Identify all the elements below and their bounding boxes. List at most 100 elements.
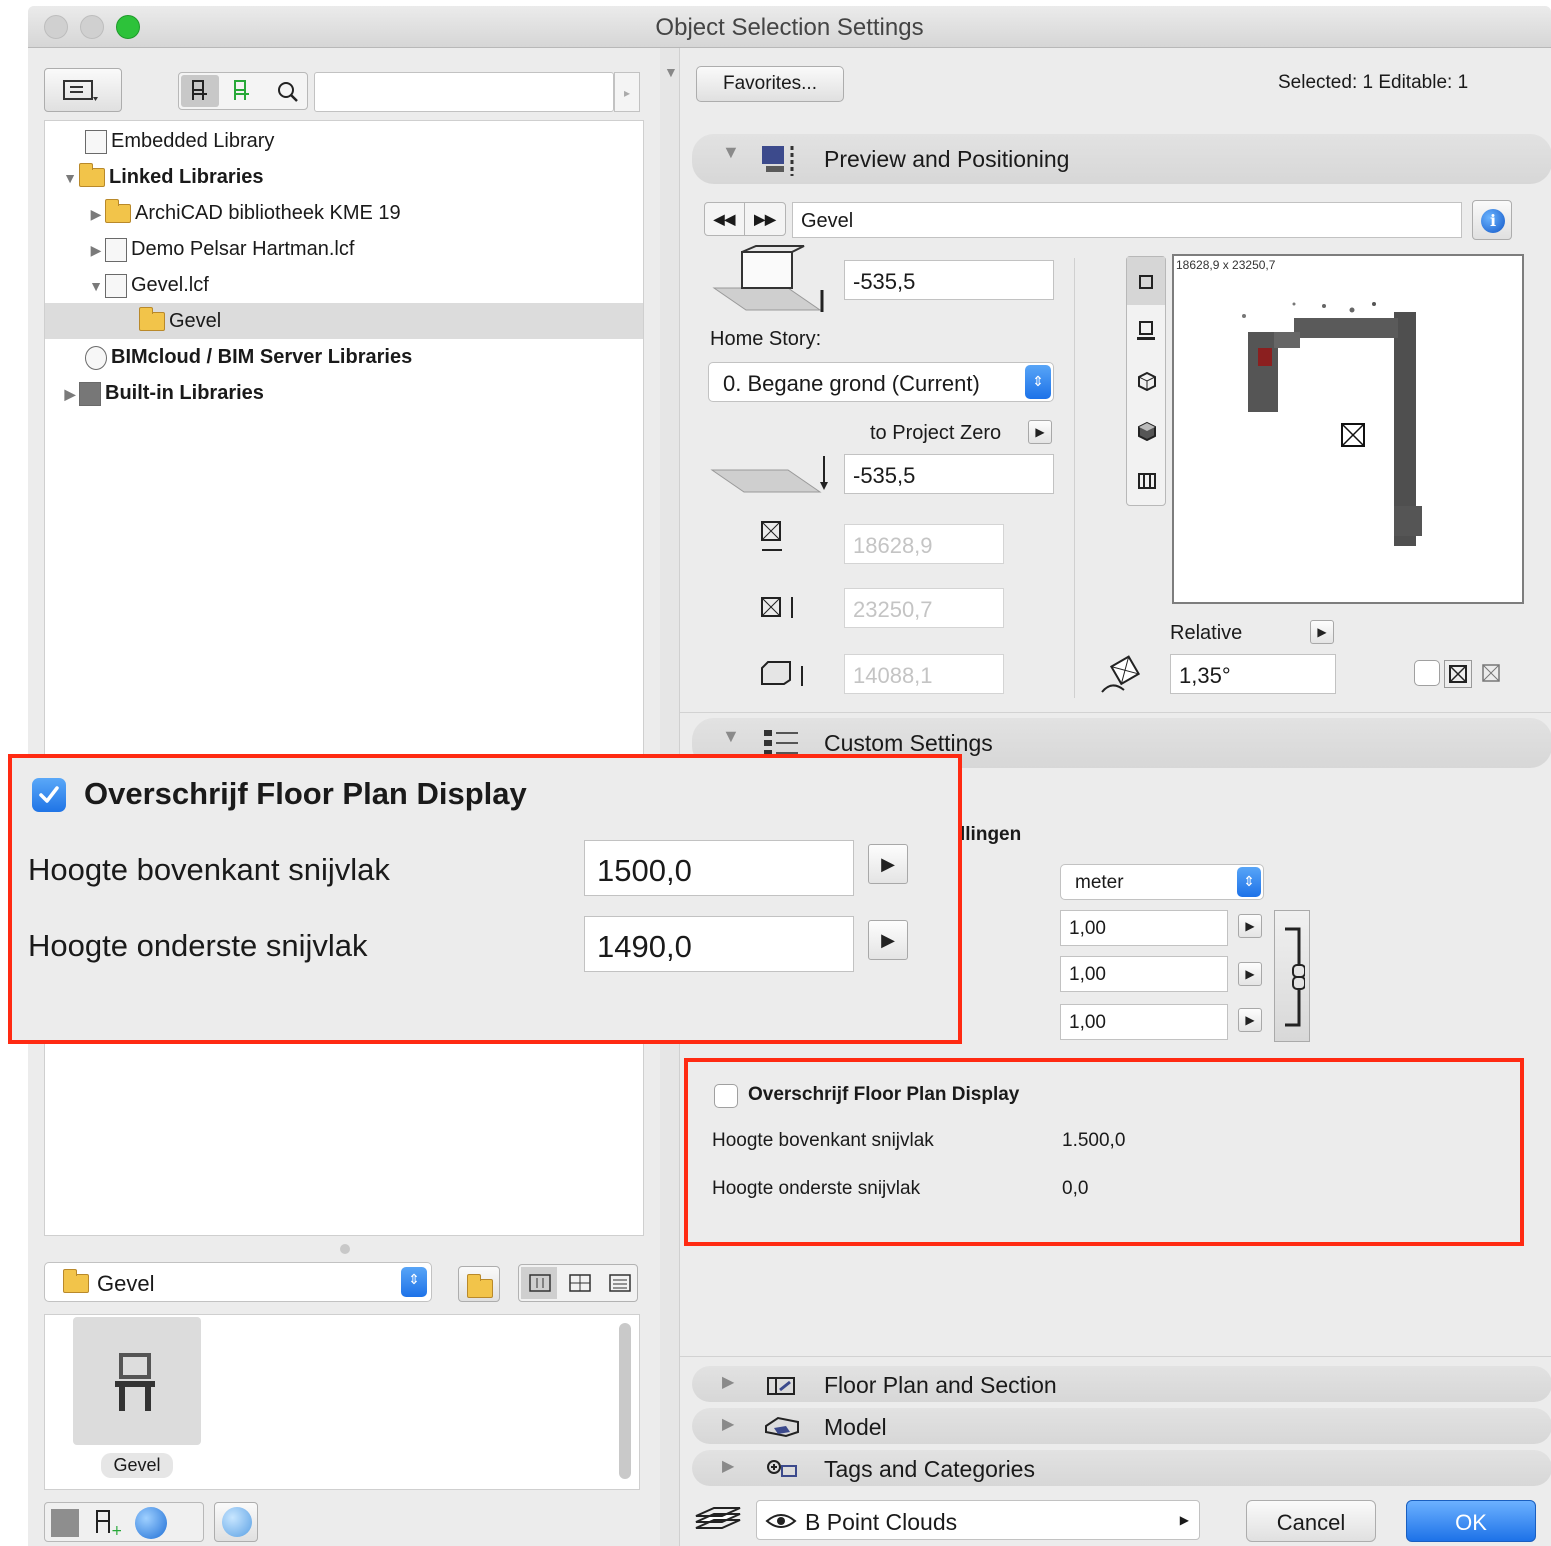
floor-plan-section-header[interactable]: ▶ Floor Plan and Section <box>692 1366 1551 1402</box>
scale-x-menu-button[interactable]: ▶ <box>1238 914 1262 938</box>
tree-item-gevel-lcf[interactable]: ▼ Gevel.lcf <box>87 267 209 303</box>
preview-section-header[interactable]: ▼ Preview and Positioning <box>692 134 1551 184</box>
library-filter-buttons <box>178 72 308 110</box>
disclosure-closed-icon[interactable]: ▶ <box>87 196 105 232</box>
column-divider <box>1074 258 1075 698</box>
eye-icon <box>765 1514 797 1528</box>
tree-item-embedded-library[interactable]: Embedded Library <box>85 123 274 159</box>
disclosure-open-icon[interactable]: ▼ <box>87 268 105 304</box>
elevation-to-story-icon <box>712 245 824 312</box>
section-preview-icon[interactable] <box>1127 307 1165 355</box>
axonometric-preview-icon[interactable] <box>1127 357 1165 405</box>
object-name-field[interactable]: Gevel <box>792 202 1462 238</box>
thumbnail-scrollbar[interactable] <box>619 1323 631 1479</box>
layer-select[interactable]: B Point Clouds ▶ <box>756 1500 1200 1540</box>
project-zero-elevation-input[interactable]: -535,5 <box>844 454 1054 494</box>
green-object-filter-icon[interactable] <box>223 75 261 107</box>
top-cut-plane-value[interactable]: 1.500,0 <box>1062 1130 1125 1152</box>
override-floor-plan-label: Overschrijf Floor Plan Display <box>84 776 527 811</box>
bottom-cut-plane-menu-button[interactable]: ▶ <box>868 920 908 960</box>
search-go-button[interactable]: ▸ <box>614 72 640 112</box>
override-floor-plan-checkbox-original[interactable] <box>714 1084 738 1108</box>
bottom-cut-plane-value[interactable]: 0,0 <box>1062 1178 1088 1200</box>
ok-button[interactable]: OK <box>1406 1500 1536 1542</box>
new-folder-button[interactable] <box>458 1266 500 1302</box>
rotation-angle-input[interactable]: 1,35° <box>1170 654 1336 694</box>
previous-object-icon[interactable]: ◀◀ <box>705 203 745 235</box>
model-section-header[interactable]: ▶ Model <box>692 1408 1551 1444</box>
library-manager-icon[interactable] <box>51 1509 79 1537</box>
splitter-handle[interactable] <box>340 1244 350 1254</box>
elevation-input[interactable]: -535,5 <box>844 260 1054 300</box>
object-filter-icon[interactable] <box>181 75 219 107</box>
scale-z-menu-button[interactable]: ▶ <box>1238 1008 1262 1032</box>
add-object-icon[interactable]: + <box>93 1509 123 1539</box>
cancel-button[interactable]: Cancel <box>1246 1500 1376 1542</box>
favorites-button[interactable]: Favorites... <box>696 66 844 102</box>
section-collapsed-icon: ▶ <box>722 1374 735 1391</box>
reference-level-menu-button[interactable]: ▶ <box>1028 420 1052 444</box>
next-object-icon[interactable]: ▶▶ <box>745 203 785 235</box>
width-input[interactable]: 18628,9 <box>844 524 1004 564</box>
svg-text:+: + <box>111 1523 121 1537</box>
tree-item-linked-libraries[interactable]: ▼ Linked Libraries <box>61 159 264 195</box>
update-library-button[interactable] <box>214 1502 258 1542</box>
object-icon <box>115 1353 155 1411</box>
tags-categories-section-header[interactable]: ▶ Tags and Categories <box>692 1450 1551 1486</box>
floor-plan-section-icon <box>767 1377 795 1395</box>
list-view-icon[interactable] <box>601 1267 637 1299</box>
top-cut-plane-input[interactable]: 1500,0 <box>584 840 854 896</box>
folder-select[interactable]: Gevel ⇕ <box>44 1262 432 1302</box>
3d-preview-icon[interactable] <box>1127 407 1165 455</box>
library-search-input[interactable] <box>314 72 614 112</box>
elevation-preview-icon[interactable] <box>1127 457 1165 505</box>
scale-y-input[interactable]: 1,00 <box>1060 956 1228 992</box>
thumbnail-label: Gevel <box>101 1453 173 1478</box>
new-folder-icon <box>467 1274 493 1298</box>
disclosure-closed-icon[interactable]: ▶ <box>87 232 105 268</box>
section-divider <box>680 712 1551 713</box>
select-arrows-icon: ⇕ <box>1025 365 1051 399</box>
top-cut-plane-menu-button[interactable]: ▶ <box>868 844 908 884</box>
preview-view-buttons <box>1126 256 1166 506</box>
small-icon-view-icon[interactable] <box>561 1267 597 1299</box>
title-bar: Object Selection Settings <box>28 6 1551 48</box>
unit-select[interactable]: meter ⇕ <box>1060 864 1264 900</box>
bottom-cut-plane-label: Hoogte onderste snijvlak <box>712 1178 921 1199</box>
collapse-arrow-icon[interactable]: ▼ <box>664 64 678 80</box>
tree-item-gevel-folder[interactable]: Gevel <box>45 303 643 339</box>
bottom-cut-plane-input[interactable]: 1490,0 <box>584 916 854 972</box>
disclosure-open-icon[interactable]: ▼ <box>61 160 79 196</box>
globe-icon[interactable] <box>135 1507 167 1539</box>
object-info-button[interactable]: i <box>1472 200 1512 240</box>
model-icon <box>765 1416 799 1438</box>
override-floor-plan-checkbox-zoomed[interactable] <box>32 778 66 812</box>
scale-z-input[interactable]: 1,00 <box>1060 1004 1228 1040</box>
mirror-on-icon[interactable] <box>1478 660 1506 688</box>
tree-item-bimcloud[interactable]: BIMcloud / BIM Server Libraries <box>85 339 412 375</box>
home-story-select[interactable]: 0. Begane grond (Current) ⇕ <box>708 362 1054 402</box>
mirror-off-icon[interactable] <box>1444 660 1472 688</box>
view-mode-buttons <box>518 1264 638 1302</box>
tree-item-built-in[interactable]: ▶ Built-in Libraries <box>61 375 264 411</box>
container-file-icon <box>105 273 127 298</box>
scale-y-menu-button[interactable]: ▶ <box>1238 962 1262 986</box>
angle-mode-menu-button[interactable]: ▶ <box>1310 620 1334 644</box>
search-icon[interactable] <box>267 75 305 107</box>
disclosure-closed-icon[interactable]: ▶ <box>61 376 79 412</box>
tree-item-archicad-bibliotheek[interactable]: ▶ ArchiCAD bibliotheek KME 19 <box>87 195 401 231</box>
object-thumbnail-area: Gevel <box>44 1314 640 1490</box>
library-view-menu-button[interactable] <box>44 68 122 112</box>
object-navigation: ◀◀ ▶▶ <box>704 202 786 236</box>
mirror-checkbox[interactable] <box>1414 660 1440 686</box>
tree-item-demo-pelsar[interactable]: ▶ Demo Pelsar Hartman.lcf <box>87 231 354 267</box>
link-scale-button[interactable] <box>1274 910 1310 1042</box>
scale-x-input[interactable]: 1,00 <box>1060 910 1228 946</box>
library-tree: Embedded Library ▼ Linked Libraries ▶ Arch… <box>44 120 644 1236</box>
floor-plan-preview-icon[interactable] <box>1127 257 1165 305</box>
object-thumbnail[interactable] <box>73 1317 201 1445</box>
large-icon-view-icon[interactable] <box>521 1267 557 1299</box>
info-icon: i <box>1481 209 1505 233</box>
height-input[interactable]: 14088,1 <box>844 654 1004 694</box>
depth-input[interactable]: 23250,7 <box>844 588 1004 628</box>
